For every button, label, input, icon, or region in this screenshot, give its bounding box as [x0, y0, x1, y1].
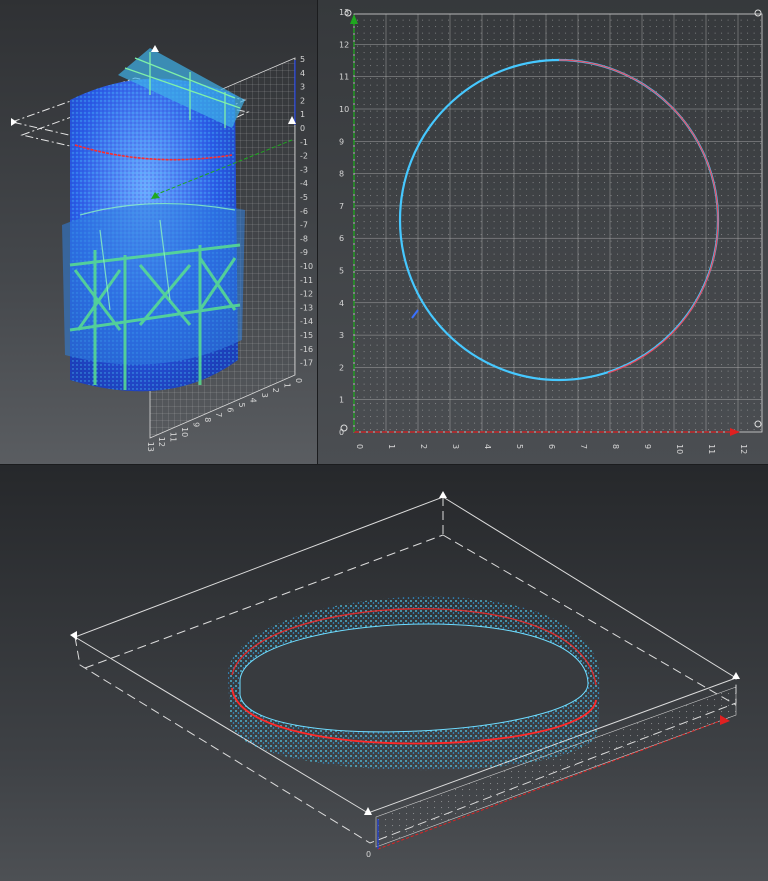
x-tick-label: 11: [707, 444, 716, 454]
height-tick-label: -4: [300, 179, 308, 188]
depth-tick-label: 5: [237, 403, 246, 408]
height-tick-label: -12: [300, 290, 313, 299]
height-tick-label: 0: [300, 124, 305, 133]
height-tick-label: -1: [300, 138, 308, 147]
silo-point-cloud: [62, 48, 245, 392]
height-tick-label: -14: [300, 317, 313, 326]
height-tick-label: -15: [300, 331, 313, 340]
y-tick-label: 12: [339, 40, 349, 49]
depth-tick-label: 9: [191, 422, 200, 427]
origin-label: 0: [366, 850, 371, 859]
y-tick-label: 13: [339, 8, 349, 17]
y-tick-label: 5: [339, 267, 344, 276]
x-tick-label: 5: [515, 444, 524, 449]
y-tick-label: 3: [339, 331, 344, 340]
depth-tick-label: 2: [271, 388, 280, 393]
height-tick-label: -11: [300, 276, 313, 285]
depth-tick-label: 3: [260, 393, 269, 398]
height-tick-label: 5: [300, 55, 305, 64]
height-tick-label: 1: [300, 110, 305, 119]
depth-tick-label: 6: [226, 407, 235, 412]
depth-tick-label: 7: [214, 412, 223, 417]
height-tick-label: -2: [300, 152, 308, 161]
slice-viewport[interactable]: 0: [0, 465, 768, 881]
x-tick-label: 2: [419, 444, 428, 449]
depth-tick-label: 4: [248, 398, 257, 403]
y-tick-label: 7: [339, 202, 344, 211]
height-tick-label: -5: [300, 193, 308, 202]
y-tick-labels: 012345678910111213: [339, 8, 349, 437]
x-tick-label: 1: [387, 444, 396, 449]
height-tick-label: -3: [300, 165, 308, 174]
depth-tick-label: 11: [169, 432, 178, 442]
height-tick-label: -9: [300, 248, 308, 257]
x-tick-labels: 0 1 2 3 4 5 6 7 8 9 10 11 12: [355, 444, 748, 454]
y-tick-label: 4: [339, 299, 344, 308]
height-tick-label: -16: [300, 345, 313, 354]
height-tick-label: -7: [300, 221, 308, 230]
height-tick-label: 4: [300, 69, 305, 78]
top-viewport[interactable]: 0 1 2 3 4 5 6 7 8 9 10 11 12 13 0 1 2 3 4 5 6 7 8 9 10 11 12: [318, 0, 768, 465]
x-tick-label: 12: [739, 444, 748, 454]
x-tick-label: 7: [579, 444, 588, 449]
x-tick-label: 3: [451, 444, 460, 449]
y-tick-label: 8: [339, 170, 344, 179]
depth-tick-label: 10: [180, 427, 189, 437]
x-tick-label: 0: [355, 444, 364, 449]
y-tick-label: 11: [339, 73, 349, 82]
depth-tick-label: 12: [157, 437, 166, 447]
height-tick-label: -6: [300, 207, 308, 216]
x-tick-label: 8: [611, 444, 620, 449]
height-tick-label: 3: [300, 83, 305, 92]
depth-tick-label: 1: [283, 383, 292, 388]
perspective-viewport[interactable]: 5 4 3 2 1 0 -1 -2 -3 -4 -5 -6 -7 -8 -9 -10 -11 -12 -13 -14-…: [0, 0, 318, 465]
height-tick-label: 2: [300, 96, 305, 105]
x-tick-label: 10: [675, 444, 684, 454]
height-tick-label: -17: [300, 359, 313, 368]
depth-tick-label: 13: [146, 442, 155, 452]
depth-tick-label: 0: [294, 378, 303, 383]
y-tick-label: 1: [339, 396, 344, 405]
x-tick-label: 9: [643, 444, 652, 449]
slice-ring-point-cloud: [228, 596, 600, 771]
x-tick-label: 4: [483, 444, 492, 449]
y-tick-label: 6: [339, 234, 344, 243]
height-tick-label: -8: [300, 234, 308, 243]
y-tick-label: 2: [339, 363, 344, 372]
x-tick-label: 6: [547, 444, 556, 449]
y-tick-label: 0: [339, 428, 344, 437]
y-tick-label: 9: [339, 137, 344, 146]
y-tick-label: 10: [339, 105, 349, 114]
depth-tick-label: 8: [203, 417, 212, 422]
height-tick-label: -13: [300, 303, 313, 312]
height-tick-label: -10: [300, 262, 313, 271]
height-scale-labels: 5 4 3 2 1 0 -1 -2 -3 -4 -5 -6 -7 -8 -9 -10 -11 -12 -13 -14 -…: [300, 55, 313, 368]
